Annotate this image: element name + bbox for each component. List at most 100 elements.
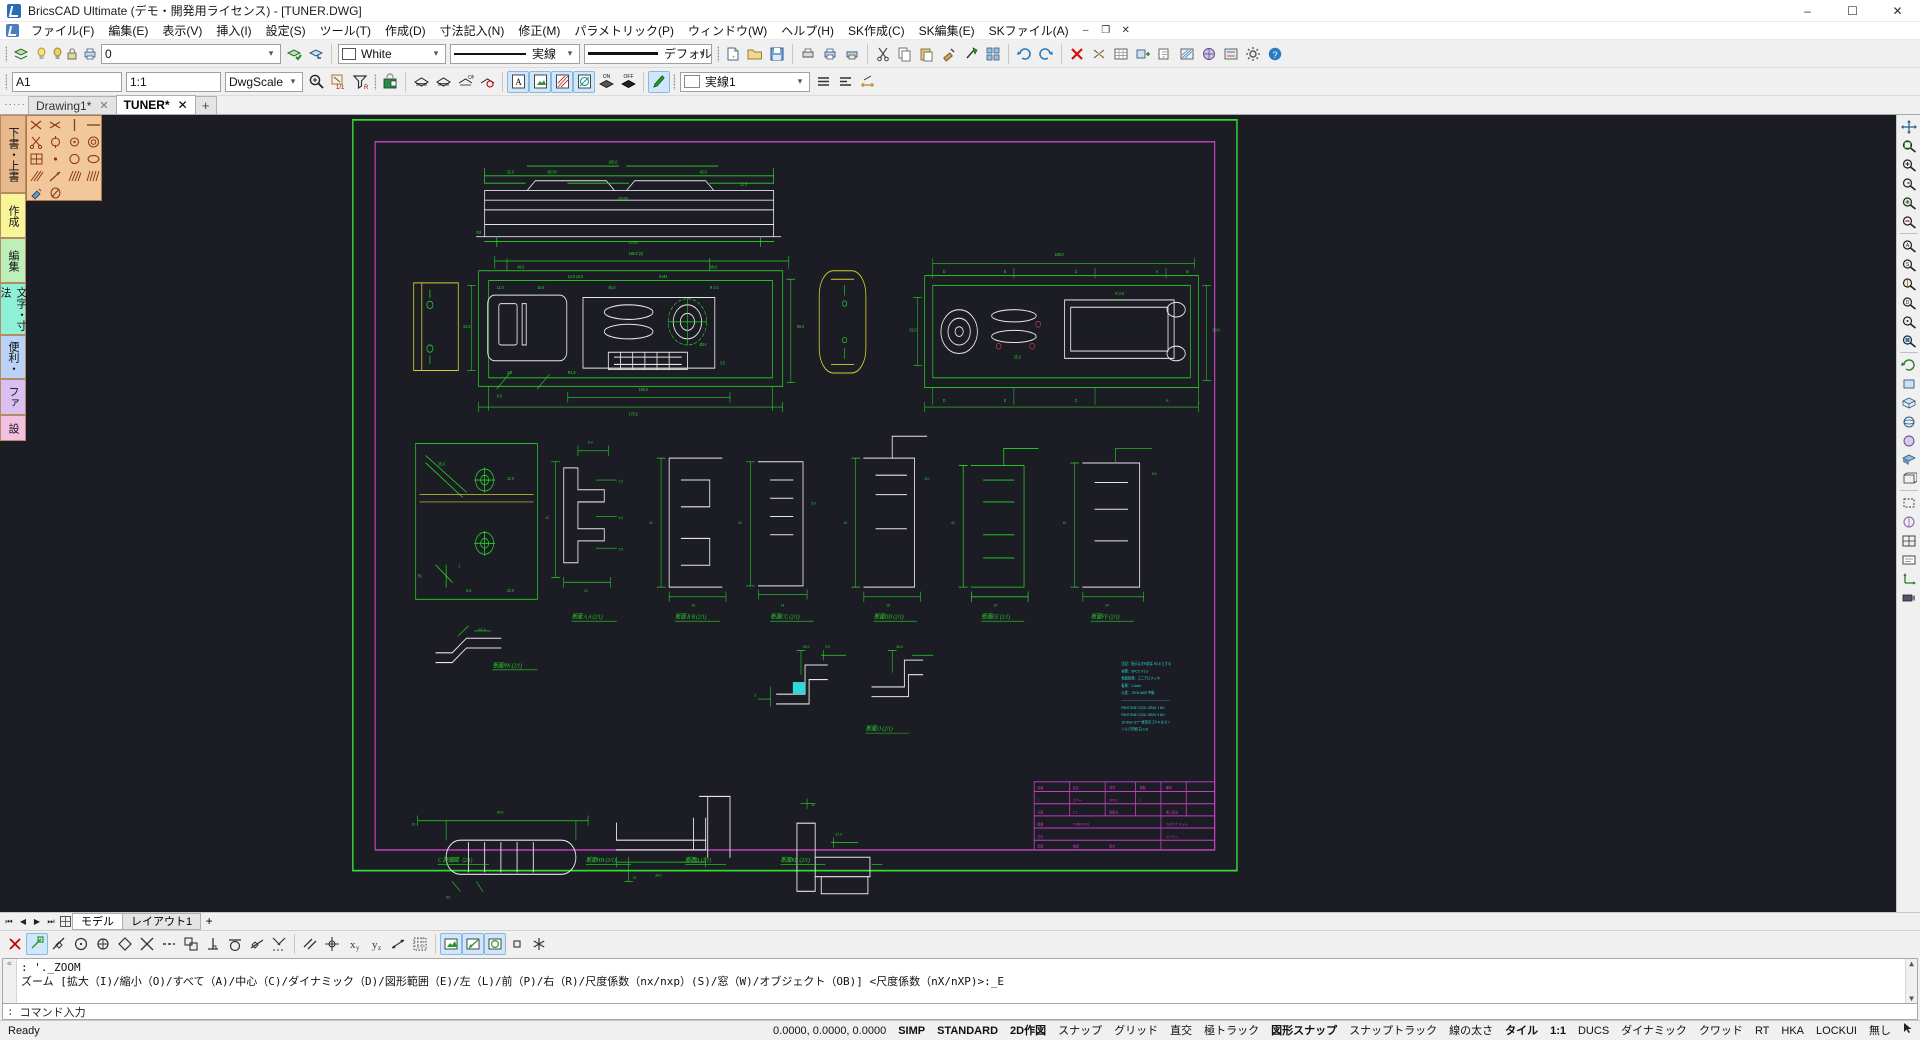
status-none[interactable]: 無し xyxy=(1863,1022,1897,1040)
menu-dimension[interactable]: 寸法記入(N) xyxy=(433,22,512,40)
drawing-canvas[interactable]: 下書・上書 作成 編集 文字・寸法 便利・ ファ 設 185.0 88.50 4… xyxy=(0,115,1896,912)
snap-settings1-icon[interactable] xyxy=(440,932,462,955)
status-snap[interactable]: スナップ xyxy=(1052,1022,1108,1040)
status-tile[interactable]: タイル xyxy=(1499,1022,1544,1040)
extend-icon[interactable] xyxy=(46,116,65,133)
hline-icon[interactable] xyxy=(84,116,103,133)
minimize-button[interactable]: – xyxy=(1785,0,1830,22)
visual-style-icon[interactable] xyxy=(1898,512,1920,531)
sk-lock-icon[interactable] xyxy=(379,71,401,93)
status-lockui[interactable]: LOCKUI xyxy=(1810,1022,1863,1040)
snap-apparent-icon[interactable] xyxy=(268,933,290,955)
no-fill-icon[interactable] xyxy=(46,184,65,201)
menu-edit[interactable]: 編集(E) xyxy=(101,22,155,40)
command-input[interactable]: コマンド入力 xyxy=(20,1004,86,1020)
menu-tools[interactable]: ツール(T) xyxy=(313,22,378,40)
snap-pt-filter-y-icon[interactable]: yz xyxy=(365,933,387,955)
snap-endpoint-icon[interactable] xyxy=(26,932,48,955)
inner-restore-button[interactable]: ❐ xyxy=(1096,23,1116,39)
print-preview-icon[interactable] xyxy=(797,43,819,65)
toolbar-grip-2[interactable] xyxy=(714,44,722,64)
snap-box-icon[interactable] xyxy=(506,933,528,955)
sk-tab-text-dim[interactable]: 文字・寸法 xyxy=(0,283,27,335)
menu-sk-create[interactable]: SK作成(C) xyxy=(841,22,912,40)
paste-icon[interactable] xyxy=(916,43,938,65)
sk-tab-settings[interactable]: 設 xyxy=(0,415,26,441)
snap-extension-icon[interactable] xyxy=(158,933,180,955)
help-icon[interactable]: ? xyxy=(1264,43,1286,65)
explode-icon[interactable] xyxy=(1088,43,1110,65)
ellipse-icon[interactable] xyxy=(84,150,103,167)
highlight-icon[interactable] xyxy=(648,70,670,93)
sk-layer2-icon[interactable] xyxy=(432,71,454,93)
status-simp[interactable]: SIMP xyxy=(892,1022,931,1040)
settings-icon[interactable] xyxy=(1242,43,1264,65)
trim-icon[interactable] xyxy=(27,116,46,133)
layer-manager-icon[interactable] xyxy=(10,43,32,65)
zoom-center-icon[interactable] xyxy=(1898,312,1920,331)
tab-drawing1[interactable]: Drawing1* ✕ xyxy=(28,96,117,114)
status-polar-track[interactable]: 極トラック xyxy=(1198,1022,1265,1040)
tab-tuner[interactable]: TUNER* ✕ xyxy=(115,95,196,114)
concentric-icon[interactable] xyxy=(84,133,103,150)
sk-tab-file[interactable]: ファ xyxy=(0,379,26,415)
circle-center-icon[interactable] xyxy=(46,133,65,150)
tab-drawing1-close-icon[interactable]: ✕ xyxy=(99,99,108,112)
xref-icon[interactable] xyxy=(1154,43,1176,65)
pan-icon[interactable] xyxy=(1898,117,1920,136)
zoom-in-icon[interactable] xyxy=(1898,193,1920,212)
chevron-down-icon[interactable] xyxy=(563,45,577,63)
snap-from-icon[interactable] xyxy=(321,933,343,955)
circle-toggle-icon[interactable] xyxy=(573,70,595,93)
snap-midbetween-icon[interactable] xyxy=(387,933,409,955)
zoom-window-icon[interactable] xyxy=(305,71,327,93)
chevron-down-icon[interactable] xyxy=(264,45,278,63)
plot-icon[interactable] xyxy=(841,43,863,65)
copy-icon[interactable] xyxy=(894,43,916,65)
view-iso-icon[interactable] xyxy=(1898,393,1920,412)
scroll-down-icon[interactable]: ▼ xyxy=(1909,994,1914,1003)
status-entity-snap[interactable]: 図形スナップ xyxy=(1265,1022,1343,1040)
status-ortho[interactable]: 直交 xyxy=(1164,1022,1198,1040)
regen-icon[interactable] xyxy=(1898,355,1920,374)
nav-prev-button[interactable]: ◀ xyxy=(16,914,30,929)
properties-icon[interactable] xyxy=(960,43,982,65)
menu-view[interactable]: 表示(V) xyxy=(155,22,209,40)
snap-grid-icon[interactable] xyxy=(409,933,431,955)
circle-icon[interactable] xyxy=(65,150,84,167)
measure-icon[interactable] xyxy=(856,71,878,93)
grid-icon[interactable] xyxy=(58,914,72,929)
save-icon[interactable] xyxy=(766,43,788,65)
point-icon[interactable] xyxy=(46,150,65,167)
lightbulb-off-icon[interactable] xyxy=(50,46,65,61)
toolbar-grip[interactable] xyxy=(2,44,10,64)
sk-layer3-icon[interactable]: ON xyxy=(454,71,476,93)
status-hka[interactable]: HKA xyxy=(1775,1022,1810,1040)
status-workspace[interactable]: 2D作図 xyxy=(1004,1022,1052,1040)
snap-intersection-icon[interactable] xyxy=(136,933,158,955)
snap-quadrant-icon[interactable] xyxy=(114,933,136,955)
nav-next-button[interactable]: ▶ xyxy=(30,914,44,929)
named-view-icon[interactable] xyxy=(1898,550,1920,569)
snap-star-icon[interactable] xyxy=(528,933,550,955)
chevron-down-icon[interactable] xyxy=(793,73,807,91)
table-icon[interactable] xyxy=(1110,43,1132,65)
list-icon[interactable] xyxy=(812,71,834,93)
zoom-window-icon[interactable] xyxy=(1898,155,1920,174)
insert-icon[interactable] xyxy=(1132,43,1154,65)
snap-insertion-icon[interactable] xyxy=(180,933,202,955)
snap-center-icon[interactable] xyxy=(70,933,92,955)
menu-sk-file[interactable]: SKファイル(A) xyxy=(982,22,1076,40)
layer-icon[interactable] xyxy=(1220,43,1242,65)
cut-icon[interactable] xyxy=(872,43,894,65)
menu-modify[interactable]: 修正(M) xyxy=(511,22,567,40)
layout1-tab[interactable]: レイアウト1 xyxy=(122,913,202,930)
open-icon[interactable] xyxy=(744,43,766,65)
orbit-icon[interactable] xyxy=(1898,412,1920,431)
view-top-icon[interactable] xyxy=(1898,374,1920,393)
hatch-icon[interactable] xyxy=(1176,43,1198,65)
snap-node-icon[interactable] xyxy=(92,933,114,955)
on-layer-icon[interactable]: ON xyxy=(595,71,617,93)
scale-1to1-icon[interactable]: 1/1 xyxy=(327,71,349,93)
camera-icon[interactable] xyxy=(1898,588,1920,607)
